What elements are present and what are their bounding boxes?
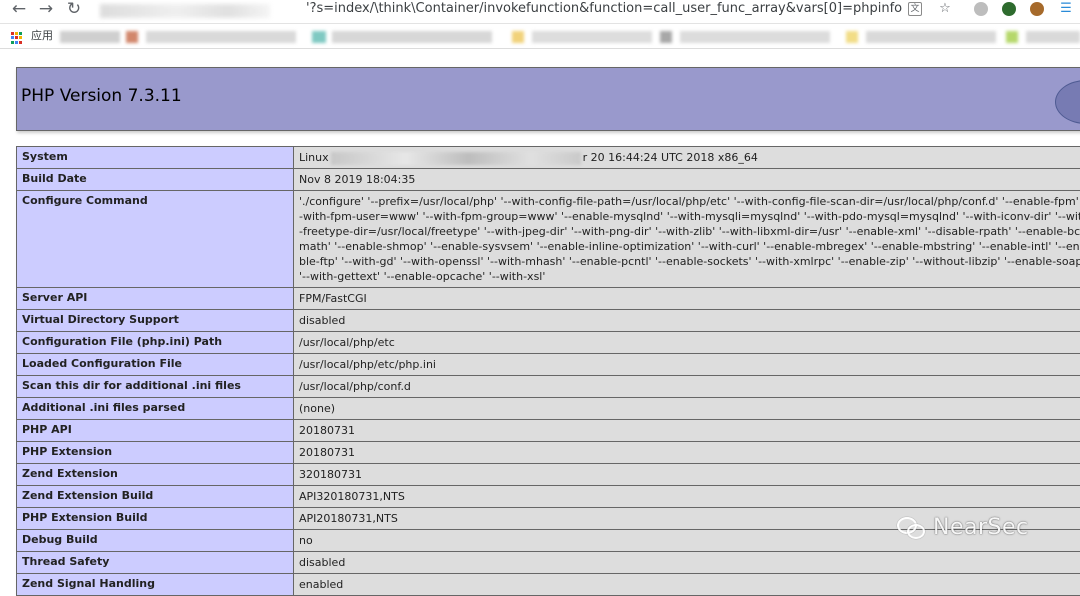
table-row: Loaded Configuration File /usr/local/php…: [17, 354, 1080, 376]
table-row: Scan this dir for additional .ini files …: [17, 376, 1080, 398]
table-row: Additional .ini files parsed (none): [17, 398, 1080, 420]
star-icon[interactable]: ☆: [937, 1, 953, 17]
apps-label[interactable]: 应用: [31, 29, 53, 43]
row-value: 320180731: [294, 464, 1080, 486]
bookmarks-bar: 应用: [0, 24, 1080, 49]
row-value: 20180731: [294, 442, 1080, 464]
row-value: Linux r 20 16:44:24 UTC 2018 x86_64: [294, 147, 1080, 169]
bookmark-redacted: [60, 31, 120, 43]
bookmark-redacted: [512, 31, 524, 43]
row-value: disabled: [294, 552, 1080, 574]
row-value: /usr/local/php/etc/php.ini: [294, 354, 1080, 376]
table-row: System Linux r 20 16:44:24 UTC 2018 x86_6…: [17, 147, 1080, 169]
extension-icon[interactable]: [1002, 2, 1016, 16]
watermark: NearSec: [895, 510, 1029, 544]
extension-icon[interactable]: [1030, 2, 1044, 16]
bookmark-redacted: [1026, 31, 1080, 43]
row-key: Server API: [17, 288, 294, 310]
bookmark-redacted: [866, 31, 996, 43]
row-key: System: [17, 147, 294, 169]
row-value: FPM/FastCGI: [294, 288, 1080, 310]
bookmark-redacted: [1006, 31, 1018, 43]
menu-icon[interactable]: ☰: [1058, 1, 1074, 17]
row-key: Zend Extension Build: [17, 486, 294, 508]
extension-icon[interactable]: [974, 2, 988, 16]
row-key: Additional .ini files parsed: [17, 398, 294, 420]
translate-icon[interactable]: 文: [908, 2, 922, 16]
row-value: (none): [294, 398, 1080, 420]
table-row: Build Date Nov 8 2019 18:04:35: [17, 169, 1080, 191]
table-row: Zend Extension 320180731: [17, 464, 1080, 486]
row-value: enabled: [294, 574, 1080, 596]
address-bar[interactable]: '?s=index/\think\Container/invokefunctio…: [306, 0, 902, 18]
row-value: API320180731,NTS: [294, 486, 1080, 508]
reload-icon[interactable]: ↻: [63, 0, 85, 22]
row-value: /usr/local/php/etc: [294, 332, 1080, 354]
row-key: Zend Signal Handling: [17, 574, 294, 596]
row-value: 20180731: [294, 420, 1080, 442]
row-key: Configure Command: [17, 191, 294, 288]
table-row: Thread Safety disabled: [17, 552, 1080, 574]
row-value: Nov 8 2019 18:04:35: [294, 169, 1080, 191]
row-key: PHP Extension Build: [17, 508, 294, 530]
bookmark-redacted: [846, 31, 858, 43]
arrow-left-icon[interactable]: ←: [8, 0, 30, 22]
row-key: Scan this dir for additional .ini files: [17, 376, 294, 398]
table-row: Virtual Directory Support disabled: [17, 310, 1080, 332]
wechat-icon: [895, 514, 927, 540]
bookmark-redacted: [660, 31, 672, 43]
php-version-header: PHP Version 7.3.11: [16, 67, 1080, 131]
watermark-text: NearSec: [933, 515, 1029, 540]
row-key: Virtual Directory Support: [17, 310, 294, 332]
table-row: Server API FPM/FastCGI: [17, 288, 1080, 310]
row-key: Thread Safety: [17, 552, 294, 574]
page-title: PHP Version 7.3.11: [21, 84, 182, 108]
arrow-right-icon[interactable]: →: [35, 0, 57, 22]
bookmark-redacted: [532, 31, 652, 43]
table-row: PHP API 20180731: [17, 420, 1080, 442]
bookmark-redacted: [332, 31, 492, 43]
row-key: PHP Extension: [17, 442, 294, 464]
bookmark-redacted: [312, 31, 326, 43]
row-key: Loaded Configuration File: [17, 354, 294, 376]
system-value-prefix: Linux: [299, 151, 329, 164]
php-logo-icon: [1055, 80, 1080, 124]
system-value-redacted: [331, 152, 581, 165]
url-redacted: [100, 4, 270, 18]
table-row: PHP Extension 20180731: [17, 442, 1080, 464]
table-row: Zend Extension Build API320180731,NTS: [17, 486, 1080, 508]
row-key: PHP API: [17, 420, 294, 442]
table-row: Zend Signal Handling enabled: [17, 574, 1080, 596]
row-key: Configuration File (php.ini) Path: [17, 332, 294, 354]
table-row: Configuration File (php.ini) Path /usr/l…: [17, 332, 1080, 354]
row-value: /usr/local/php/conf.d: [294, 376, 1080, 398]
row-key: Build Date: [17, 169, 294, 191]
table-row: Configure Command './configure' '--prefi…: [17, 191, 1080, 288]
browser-toolbar: ← → ↻ '?s=index/\think\Container/invokef…: [0, 0, 1080, 24]
bookmark-redacted: [146, 31, 296, 43]
row-value: './configure' '--prefix=/usr/local/php' …: [294, 191, 1080, 288]
apps-grid-icon[interactable]: [11, 32, 23, 44]
system-value-suffix: r 20 16:44:24 UTC 2018 x86_64: [583, 151, 758, 164]
bookmark-redacted: [680, 31, 830, 43]
row-key: Zend Extension: [17, 464, 294, 486]
row-key: Debug Build: [17, 530, 294, 552]
row-value: disabled: [294, 310, 1080, 332]
bookmark-redacted: [126, 31, 138, 43]
